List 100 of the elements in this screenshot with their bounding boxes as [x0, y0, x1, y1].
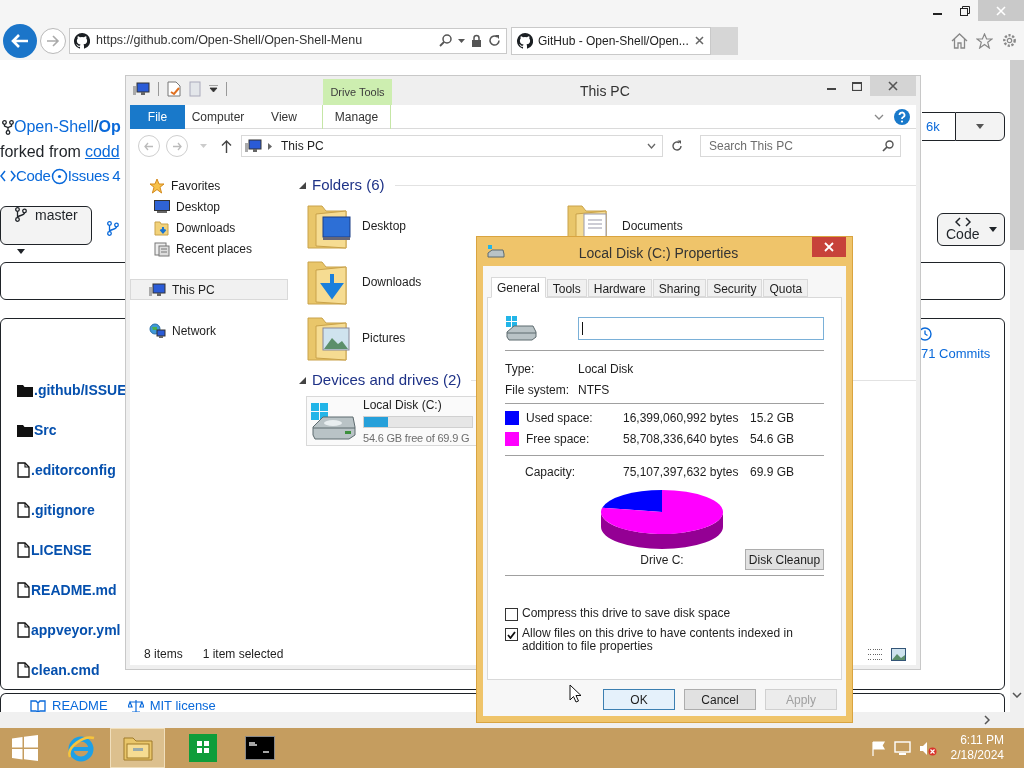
up-arrow-icon[interactable] — [221, 139, 232, 153]
code-icon — [954, 217, 971, 227]
nav-item[interactable]: Favorites — [130, 175, 288, 196]
dialog-tab[interactable]: Sharing — [652, 279, 707, 297]
space-size: 69.9 GB — [750, 463, 796, 481]
branch-icon[interactable] — [107, 221, 119, 236]
checkbox-label: Allow files on this drive to have contents indexed in addition to file properties — [522, 627, 794, 653]
file-link[interactable]: .gitignore — [31, 499, 95, 521]
file-icon — [17, 662, 30, 678]
desktop-icon — [154, 200, 170, 213]
vertical-scrollbar[interactable] — [1010, 60, 1024, 712]
forked-from-link[interactable]: codd — [84, 140, 120, 164]
browser-icon — [65, 733, 96, 763]
drive-tile[interactable]: Local Disk (C:) 54.6 GB free of 69.9 G — [306, 396, 477, 446]
space-bytes: 58,708,336,640 bytes — [623, 430, 740, 448]
dialog-tab[interactable]: Hardware — [587, 279, 652, 297]
chart-title: Drive C: — [639, 552, 685, 569]
file-icon — [17, 582, 30, 598]
home-icon[interactable] — [951, 32, 968, 49]
issue-icon — [50, 167, 68, 185]
repo-nav-link[interactable]: Code — [0, 165, 51, 188]
star-icon[interactable] — [976, 32, 993, 49]
collapse-icon[interactable] — [299, 376, 306, 384]
back-button[interactable] — [3, 23, 37, 58]
ribbon-tab[interactable]: Manage — [322, 104, 391, 129]
refresh-icon[interactable] — [488, 34, 501, 47]
details-view-icon[interactable] — [867, 647, 883, 661]
chevron-right-icon[interactable] — [984, 715, 990, 725]
computer-icon — [245, 139, 262, 153]
browser-tab[interactable]: GitHub - Open-Shell/Open... — [511, 26, 711, 55]
file-icon — [17, 462, 30, 478]
file-link[interactable]: Src — [34, 419, 57, 441]
branch-button[interactable]: master — [0, 206, 92, 245]
network-icon — [149, 322, 166, 339]
code-button[interactable]: Code — [937, 213, 1005, 246]
chevron-icon[interactable] — [874, 113, 884, 120]
tiles-view-icon[interactable] — [891, 647, 906, 661]
ribbon-tab[interactable]: File — [130, 104, 185, 129]
refresh-icon[interactable] — [671, 140, 683, 152]
file-link[interactable]: .github/ISSUE — [34, 379, 127, 401]
collapse-icon[interactable] — [299, 181, 306, 189]
help-icon[interactable] — [894, 108, 910, 125]
settings-icon[interactable] — [1001, 32, 1018, 49]
chevron-down-icon[interactable] — [1012, 692, 1022, 698]
search-field[interactable]: Search This PC — [700, 135, 901, 157]
file-link[interactable]: LICENSE — [31, 539, 92, 561]
repo-nav-link[interactable]: Issues — [50, 165, 110, 188]
nav-item[interactable]: Downloads — [130, 217, 288, 238]
close-button[interactable] — [812, 237, 846, 257]
search-icon[interactable] — [439, 34, 452, 47]
close-icon — [824, 242, 834, 252]
network-icon[interactable] — [893, 740, 911, 756]
minimize-icon — [826, 88, 836, 90]
ribbon-tab[interactable]: Computer — [185, 104, 251, 129]
commits-link[interactable]: 71 Commits — [921, 344, 991, 364]
file-link[interactable]: appveyor.yml — [31, 619, 121, 641]
chevron-icon[interactable] — [647, 143, 656, 149]
owner-link[interactable]: Open-Shell — [14, 115, 95, 139]
volume-muted-icon[interactable] — [918, 740, 937, 756]
nav-item[interactable]: This PC — [130, 279, 288, 300]
dialog-tab[interactable]: Security — [707, 279, 763, 297]
properties-icon[interactable] — [167, 81, 181, 97]
drive-name-field[interactable] — [578, 316, 824, 340]
checkbox[interactable] — [505, 628, 518, 641]
address-field[interactable]: This PC — [241, 135, 663, 157]
checkbox[interactable] — [505, 608, 518, 621]
folder-item[interactable]: Desktop — [306, 198, 566, 254]
file-link[interactable]: .editorconfig — [31, 459, 116, 481]
ribbon-tab[interactable]: View — [251, 104, 317, 129]
space-bytes: 16,399,060,992 bytes — [623, 409, 740, 427]
nav-item[interactable]: Network — [130, 320, 288, 341]
repo-link[interactable]: Op — [98, 115, 121, 139]
dialog-tab[interactable]: Tools — [546, 279, 587, 297]
checkmark-icon — [507, 630, 516, 639]
folder-icon — [122, 735, 153, 761]
dialog-title: Local Disk (C:) Properties — [577, 244, 740, 263]
search-icon — [882, 140, 894, 152]
dropdown-icon[interactable] — [209, 85, 218, 93]
dialog-tab[interactable]: Quota — [763, 279, 809, 297]
nav-item[interactable]: Recent places — [130, 238, 288, 259]
flag-icon[interactable] — [871, 740, 886, 756]
context-tab-label: Drive Tools — [323, 79, 392, 105]
close-icon — [996, 5, 1006, 16]
dialog-tab[interactable]: General — [491, 277, 546, 298]
footer-tab[interactable]: MIT license — [127, 696, 216, 716]
field-label: Type: — [505, 360, 536, 378]
search-input[interactable]: Search This PC — [709, 137, 882, 155]
file-icon — [17, 542, 30, 558]
file-link[interactable]: README.md — [31, 579, 117, 601]
dropdown-button[interactable] — [955, 112, 1005, 141]
tab-close-button[interactable] — [695, 36, 704, 45]
nav-item[interactable]: Desktop — [130, 196, 288, 217]
footer-tab[interactable]: README — [30, 696, 108, 716]
disk-cleanup-button[interactable]: Disk Cleanup — [745, 549, 824, 570]
computer-icon — [149, 282, 166, 297]
address-bar[interactable]: https://github.com/Open-Shell/Open-Shell-Menu — [69, 27, 507, 54]
caret-icon[interactable] — [458, 38, 465, 43]
dialog-button[interactable]: OK — [603, 689, 675, 710]
dialog-button[interactable]: Cancel — [684, 689, 756, 710]
file-link[interactable]: clean.cmd — [31, 659, 100, 681]
